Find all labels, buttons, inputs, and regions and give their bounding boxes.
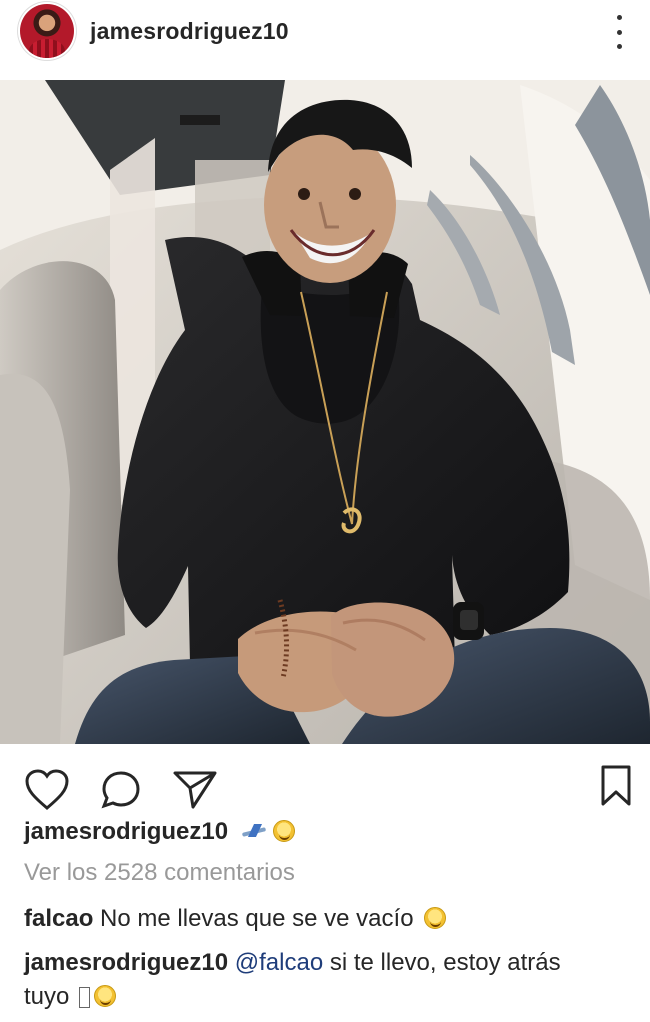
comment-row-reply: jamesrodriguez10 @falcao si te llevo, es…: [24, 946, 634, 980]
more-options-icon[interactable]: [610, 15, 628, 49]
laughing-face-icon: [94, 985, 117, 1008]
caption-username[interactable]: jamesrodriguez10: [24, 818, 228, 845]
profile-avatar[interactable]: [20, 4, 74, 58]
comment-username[interactable]: falcao: [24, 905, 93, 932]
comment-icon[interactable]: [100, 769, 142, 811]
post-username[interactable]: jamesrodriguez10: [90, 18, 289, 45]
reply-username[interactable]: jamesrodriguez10: [24, 949, 228, 976]
post-caption-area: jamesrodriguez10 Ver los 2528 comentario…: [24, 815, 634, 1014]
winking-face-icon: [424, 907, 447, 930]
post-photo[interactable]: [0, 80, 650, 744]
comment-row-falcao: falcao No me llevas que se ve vacío: [24, 902, 634, 936]
comment-text: No me llevas que se ve vacío: [100, 905, 414, 933]
heart-icon[interactable]: [24, 769, 70, 811]
post-header: jamesrodriguez10: [0, 0, 650, 80]
airplane-icon: [241, 823, 269, 839]
reply-continuation: tuyo: [24, 980, 634, 1014]
bookmark-icon[interactable]: [599, 765, 633, 807]
caption-line: jamesrodriguez10: [24, 815, 634, 849]
avatar-shirt: [29, 39, 65, 58]
photo-illustration: [0, 80, 650, 744]
reply-text-line-2: tuyo: [24, 983, 77, 1011]
reply-text-line-1: si te llevo, estoy atrás: [323, 949, 561, 977]
mention-link[interactable]: @falcao: [235, 949, 323, 976]
view-comments-link[interactable]: Ver los 2528 comentarios: [24, 856, 634, 890]
grinning-face-icon: [272, 820, 295, 842]
unsupported-emoji-box: [79, 987, 91, 1009]
send-icon[interactable]: [172, 769, 218, 811]
